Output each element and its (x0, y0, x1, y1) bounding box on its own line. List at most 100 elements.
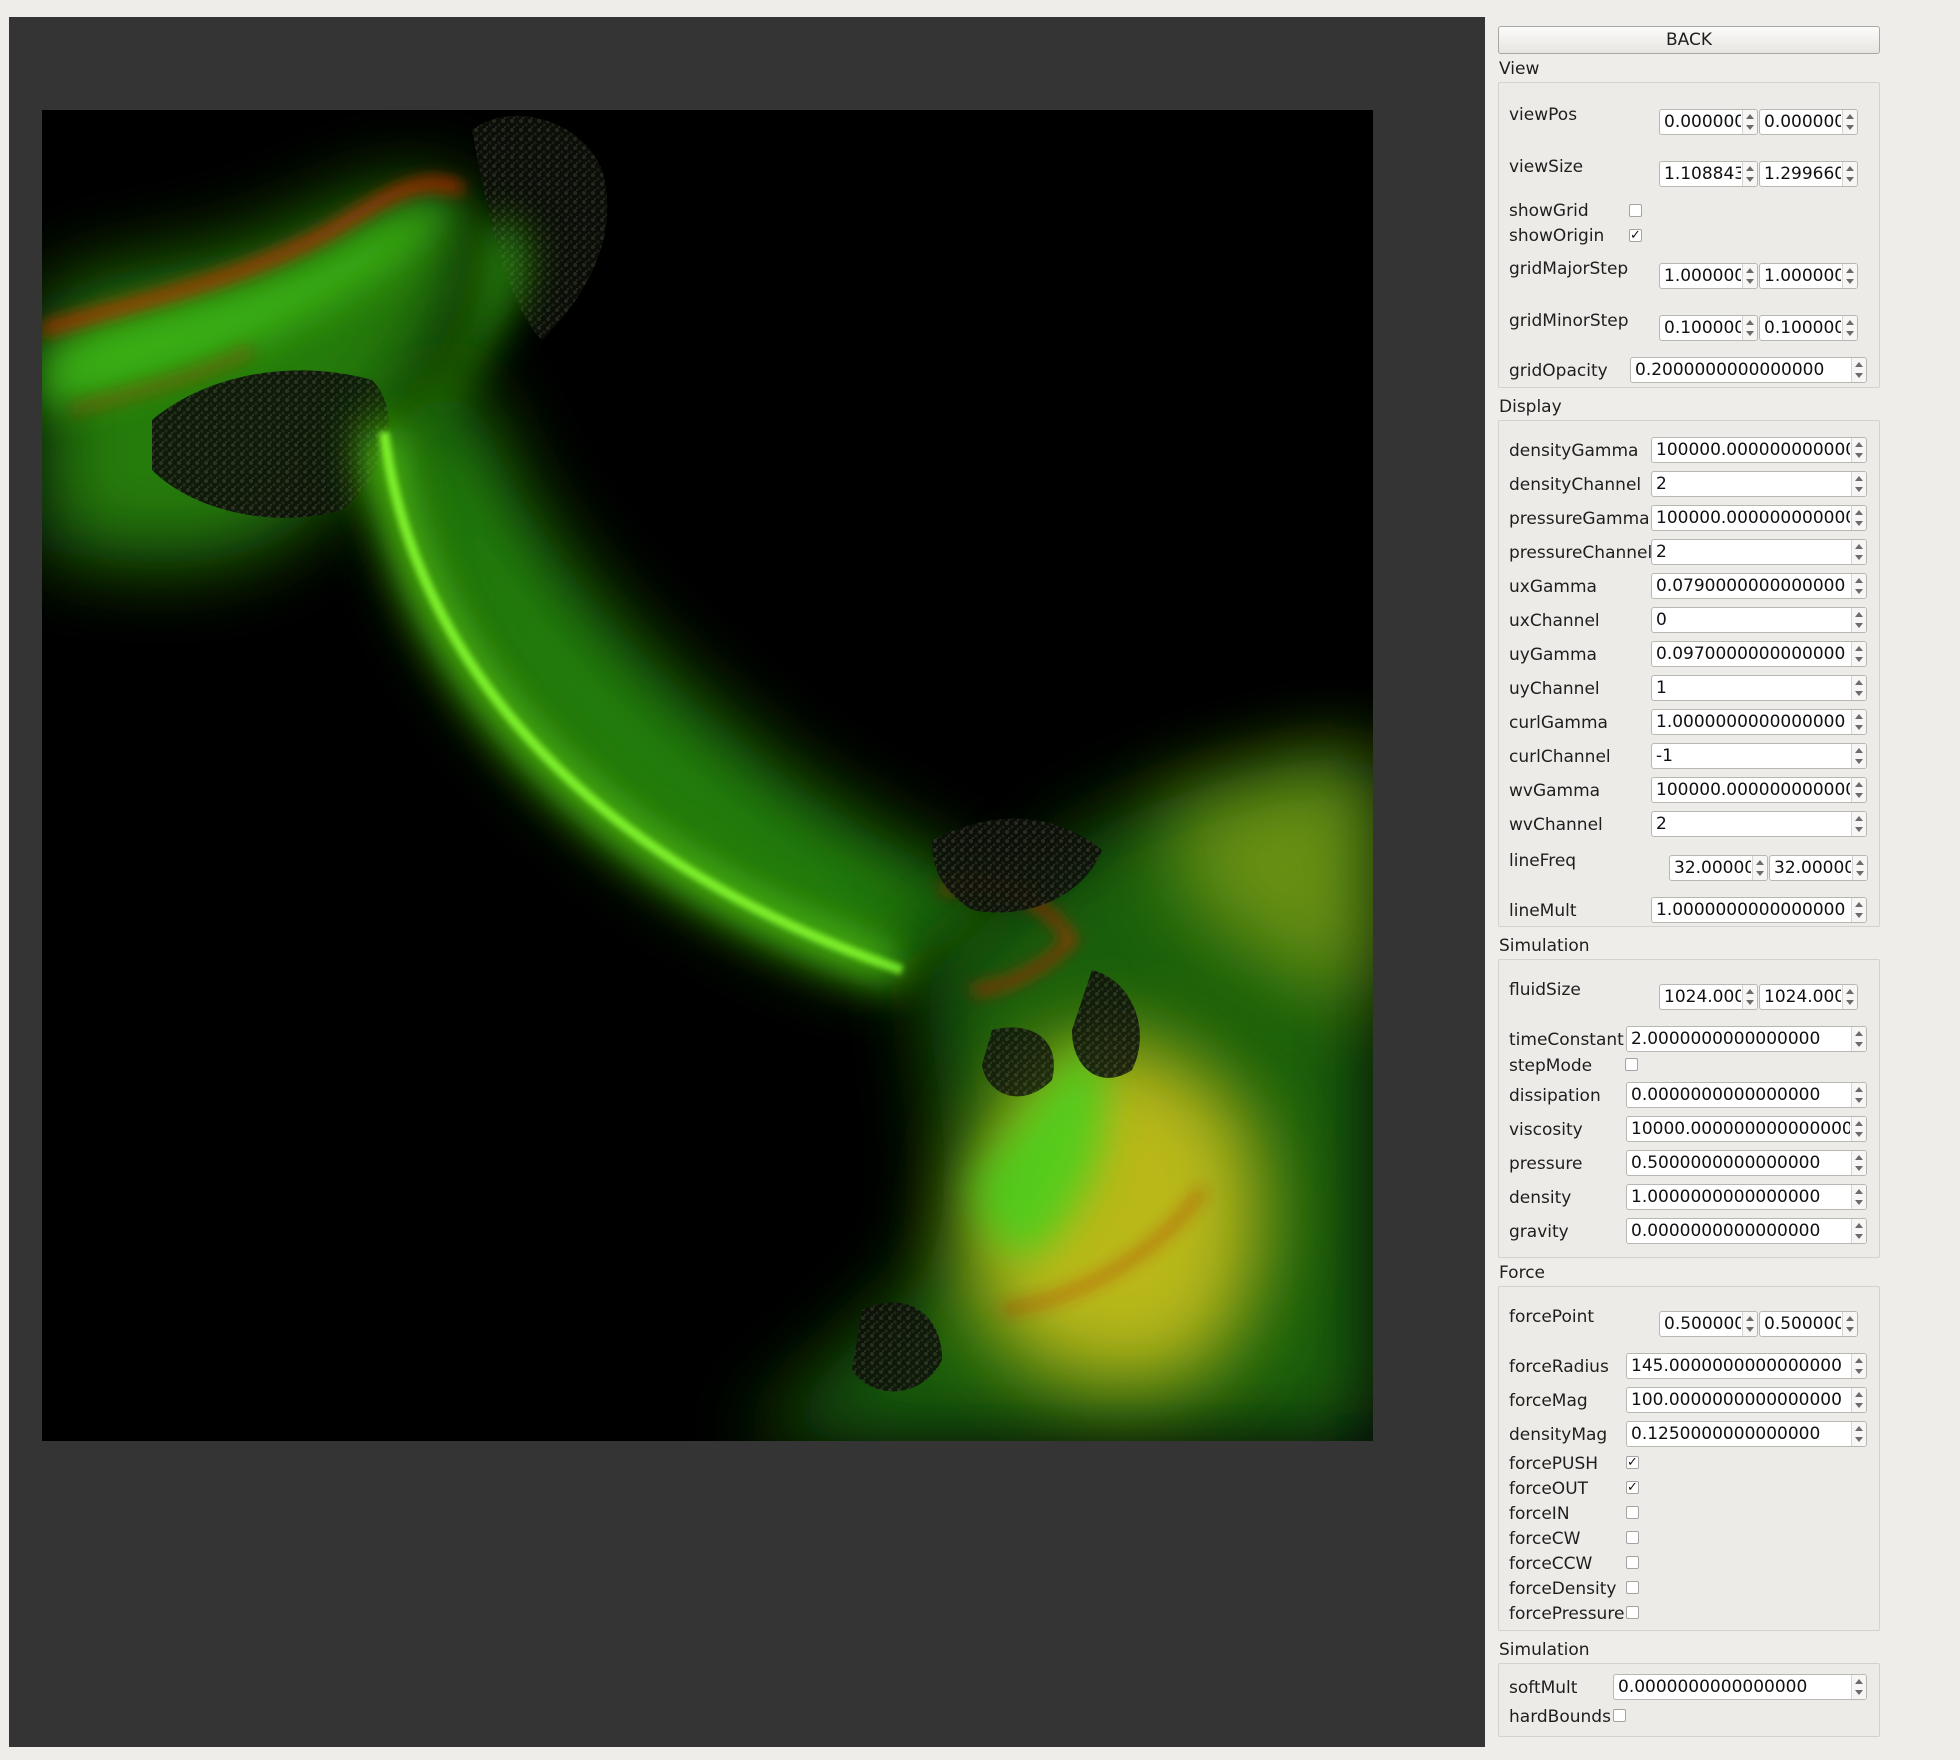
gridmajorstep-y-spinbox[interactable]: 1.000000 (1759, 263, 1858, 289)
spin-arrows-icon[interactable] (1742, 1312, 1757, 1336)
spin-arrows-icon[interactable] (1742, 162, 1757, 186)
spin-arrows-icon[interactable] (1851, 812, 1866, 836)
spin-arrows-icon[interactable] (1842, 162, 1857, 186)
linefreq-y-spinbox[interactable]: 32.000000 (1769, 855, 1868, 881)
gridminorstep-x-spinbox[interactable]: 0.100000 (1659, 315, 1758, 341)
uygamma-spinbox[interactable]: 0.0970000000000000 (1651, 641, 1867, 667)
spin-arrows-icon[interactable] (1842, 264, 1857, 288)
wvchannel-spinbox[interactable]: 2 (1651, 811, 1867, 837)
spin-arrows-icon[interactable] (1851, 710, 1866, 734)
linefreq-x-spinbox[interactable]: 32.000000 (1669, 855, 1768, 881)
spin-arrows-icon[interactable] (1742, 110, 1757, 134)
forceccw-checkbox[interactable] (1626, 1556, 1639, 1569)
spin-arrows-icon[interactable] (1742, 985, 1757, 1009)
forcein-checkbox[interactable] (1626, 1506, 1639, 1519)
spin-arrows-icon[interactable] (1842, 110, 1857, 134)
gridmajorstep-x-spinbox[interactable]: 1.000000 (1659, 263, 1758, 289)
forcepush-label: forcePUSH (1509, 1454, 1598, 1474)
spin-arrows-icon[interactable] (1851, 1388, 1866, 1412)
viewsize-y-spinbox[interactable]: 1.299660 (1759, 161, 1858, 187)
spin-arrows-icon[interactable] (1851, 472, 1866, 496)
forcedensity-checkbox[interactable] (1626, 1581, 1639, 1594)
wvgamma-spinbox[interactable]: 100000.0000000000000 (1651, 777, 1867, 803)
spin-arrows-icon[interactable] (1851, 1675, 1866, 1699)
gridminorstep-y-spinbox[interactable]: 0.100000 (1759, 315, 1858, 341)
viewsize-x-spinbox[interactable]: 1.108843 (1659, 161, 1758, 187)
render-viewport[interactable] (9, 17, 1485, 1747)
showgrid-checkbox[interactable] (1629, 204, 1642, 217)
stepmode-checkbox[interactable] (1625, 1058, 1638, 1071)
pressuregamma-label: pressureGamma (1509, 509, 1650, 529)
fluidsize-y-spinbox[interactable]: 1024.000 (1759, 984, 1858, 1010)
spin-arrows-icon[interactable] (1851, 1354, 1866, 1378)
spin-arrows-icon[interactable] (1742, 264, 1757, 288)
pressure-spinbox[interactable]: 0.5000000000000000 (1626, 1150, 1867, 1176)
forcemag-spinbox[interactable]: 100.0000000000000000 (1626, 1387, 1867, 1413)
gravity-spinbox[interactable]: 0.0000000000000000 (1626, 1218, 1867, 1244)
densitymag-spinbox[interactable]: 0.1250000000000000 (1626, 1421, 1867, 1447)
spin-arrows-icon[interactable] (1851, 1117, 1866, 1141)
pressuregamma-spinbox[interactable]: 100000.0000000000000 (1651, 505, 1867, 531)
spin-arrows-icon[interactable] (1851, 1219, 1866, 1243)
spin-arrows-icon[interactable] (1851, 574, 1866, 598)
spin-arrows-icon[interactable] (1752, 856, 1767, 880)
section-title-display: Display (1499, 397, 1562, 417)
viewpos-y-spinbox[interactable]: 0.000000 (1759, 109, 1858, 135)
forceradius-spinbox[interactable]: 145.0000000000000000 (1626, 1353, 1867, 1379)
gridopacity-spinbox[interactable]: 0.2000000000000000 (1630, 357, 1867, 383)
simulation-group: fluidSize 1024.000 1024.000 timeConstant… (1498, 959, 1880, 1258)
viscosity-spinbox[interactable]: 10000.0000000000000000 (1626, 1116, 1867, 1142)
spin-arrows-icon[interactable] (1851, 358, 1866, 382)
forcepush-checkbox[interactable]: ✓ (1626, 1456, 1639, 1469)
fluidsize-x-spinbox[interactable]: 1024.000 (1659, 984, 1758, 1010)
dissipation-spinbox[interactable]: 0.0000000000000000 (1626, 1082, 1867, 1108)
timeconstant-label: timeConstant (1509, 1030, 1624, 1050)
uxchannel-spinbox[interactable]: 0 (1651, 607, 1867, 633)
spin-arrows-icon[interactable] (1851, 1027, 1866, 1051)
spin-arrows-icon[interactable] (1851, 608, 1866, 632)
spin-arrows-icon[interactable] (1851, 506, 1866, 530)
linemult-spinbox[interactable]: 1.0000000000000000 (1651, 897, 1867, 923)
forcepoint-x-spinbox[interactable]: 0.500000 (1659, 1311, 1758, 1337)
spin-arrows-icon[interactable] (1851, 1083, 1866, 1107)
spin-arrows-icon[interactable] (1851, 1422, 1866, 1446)
pressure-label: pressure (1509, 1154, 1582, 1174)
spin-arrows-icon[interactable] (1852, 856, 1867, 880)
showgrid-label: showGrid (1509, 201, 1589, 221)
spin-arrows-icon[interactable] (1851, 744, 1866, 768)
force-group: forcePoint 0.500000 0.500000 forceRadius… (1498, 1286, 1880, 1631)
forcepoint-y-spinbox[interactable]: 0.500000 (1759, 1311, 1858, 1337)
spin-arrows-icon[interactable] (1851, 642, 1866, 666)
curlchannel-spinbox[interactable]: -1 (1651, 743, 1867, 769)
spin-arrows-icon[interactable] (1742, 316, 1757, 340)
hardbounds-checkbox[interactable] (1613, 1709, 1626, 1722)
back-button[interactable]: BACK (1498, 26, 1880, 54)
spin-arrows-icon[interactable] (1851, 1151, 1866, 1175)
spin-arrows-icon[interactable] (1842, 985, 1857, 1009)
viewpos-x-spinbox[interactable]: 0.000000 (1659, 109, 1758, 135)
spin-arrows-icon[interactable] (1851, 676, 1866, 700)
spin-arrows-icon[interactable] (1851, 438, 1866, 462)
uychannel-spinbox[interactable]: 1 (1651, 675, 1867, 701)
fluid-simulation-canvas[interactable] (42, 110, 1373, 1441)
spin-arrows-icon[interactable] (1842, 316, 1857, 340)
forceout-checkbox[interactable]: ✓ (1626, 1481, 1639, 1494)
uxgamma-spinbox[interactable]: 0.0790000000000000 (1651, 573, 1867, 599)
density-spinbox[interactable]: 1.0000000000000000 (1626, 1184, 1867, 1210)
spin-arrows-icon[interactable] (1851, 778, 1866, 802)
showorigin-checkbox[interactable]: ✓ (1629, 229, 1642, 242)
pressurechannel-spinbox[interactable]: 2 (1651, 539, 1867, 565)
spin-arrows-icon[interactable] (1842, 1312, 1857, 1336)
softmult-spinbox[interactable]: 0.0000000000000000 (1613, 1674, 1867, 1700)
forcepressure-checkbox[interactable] (1626, 1606, 1639, 1619)
spin-arrows-icon[interactable] (1851, 1185, 1866, 1209)
densitychannel-spinbox[interactable]: 2 (1651, 471, 1867, 497)
forcecw-checkbox[interactable] (1626, 1531, 1639, 1544)
curlgamma-spinbox[interactable]: 1.0000000000000000 (1651, 709, 1867, 735)
spin-arrows-icon[interactable] (1851, 540, 1866, 564)
showorigin-label: showOrigin (1509, 226, 1604, 246)
timeconstant-spinbox[interactable]: 2.0000000000000000 (1626, 1026, 1867, 1052)
densitygamma-spinbox[interactable]: 100000.0000000000000 (1651, 437, 1867, 463)
linemult-label: lineMult (1509, 901, 1577, 921)
spin-arrows-icon[interactable] (1851, 898, 1866, 922)
